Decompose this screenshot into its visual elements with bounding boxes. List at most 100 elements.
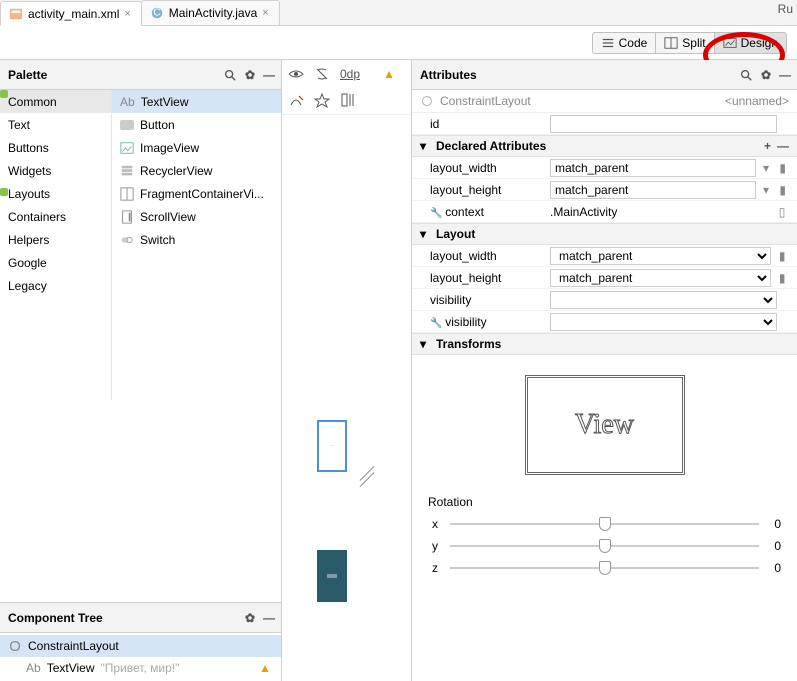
eye-icon[interactable] [288, 66, 304, 82]
image-icon [120, 141, 134, 155]
attr-layout-height: layout_height match_parent▮ [412, 267, 797, 289]
panel-min-icon[interactable]: — [779, 68, 791, 82]
button-icon [120, 120, 134, 130]
rotation-x-slider[interactable] [450, 523, 759, 525]
textview-icon: Ab [26, 661, 41, 675]
search-icon[interactable] [739, 68, 753, 82]
axis-label: z [428, 561, 442, 575]
tab-main-activity[interactable]: C MainActivity.java × [141, 0, 280, 25]
palette-cat-containers[interactable]: Containers [0, 205, 111, 228]
clear-constraints-icon[interactable] [288, 92, 304, 108]
palette-cat-common[interactable]: Common [0, 90, 111, 113]
mode-design-button[interactable]: Design [714, 32, 787, 54]
add-icon[interactable]: + [764, 139, 771, 153]
warning-icon[interactable]: ▲ [383, 67, 395, 81]
default-margin[interactable]: 0dp [340, 67, 360, 81]
resource-picker-icon[interactable]: ▮ [775, 249, 789, 263]
resource-picker-icon[interactable]: ▯ [775, 205, 789, 219]
resource-picker-icon[interactable]: ▮ [776, 183, 789, 197]
palette-item-recyclerview[interactable]: RecyclerView [112, 159, 281, 182]
design-preview[interactable]: ·· [317, 420, 347, 472]
layout-height-select[interactable]: match_parent [550, 269, 771, 287]
mode-code-button[interactable]: Code [592, 32, 656, 54]
resource-picker-icon[interactable]: ▮ [776, 161, 789, 175]
attributes-header: Attributes ✿ — [412, 60, 797, 90]
design-icon [723, 36, 737, 50]
section-transforms[interactable]: ▾ Transforms [412, 333, 797, 355]
switch-icon [120, 233, 134, 247]
layout-height-input[interactable] [550, 181, 756, 199]
mode-split-button[interactable]: Split [655, 32, 713, 54]
slider-value: 0 [767, 539, 781, 553]
palette-item-scrollview[interactable]: ScrollView [112, 205, 281, 228]
section-layout[interactable]: ▾ Layout [412, 223, 797, 245]
context-value[interactable]: .MainActivity [550, 205, 771, 219]
close-icon[interactable]: × [262, 7, 268, 19]
attr-label: layout_width [420, 161, 550, 175]
dropdown-icon[interactable]: ▾ [760, 183, 773, 197]
palette-cat-text[interactable]: Text [0, 113, 111, 136]
rotation-y-row: y 0 [420, 535, 789, 557]
slider-value: 0 [767, 561, 781, 575]
gutter-marker-2 [0, 188, 8, 196]
palette-item-imageview[interactable]: ImageView [112, 136, 281, 159]
palette-categories: Common Text Buttons Widgets Layouts Cont… [0, 90, 112, 400]
infer-constraints-icon[interactable] [314, 92, 330, 108]
palette-cat-google[interactable]: Google [0, 251, 111, 274]
axis-label: y [428, 539, 442, 553]
close-icon[interactable]: × [124, 8, 130, 20]
gear-icon[interactable]: ✿ [245, 611, 255, 625]
tree-label: ConstraintLayout [28, 639, 119, 653]
dropdown-icon[interactable]: ▾ [760, 161, 773, 175]
palette-items: AbTextView Button ImageView RecyclerView… [112, 90, 281, 400]
tab-label: MainActivity.java [169, 6, 257, 20]
axis-label: x [428, 517, 442, 531]
resource-picker-icon[interactable]: ▮ [775, 271, 789, 285]
attr-label: id [420, 117, 550, 131]
palette-body: Common Text Buttons Widgets Layouts Cont… [0, 90, 281, 400]
layout-width-select[interactable]: match_parent [550, 247, 771, 265]
panel-title: Palette [8, 68, 47, 82]
resize-handle-icon[interactable] [357, 473, 375, 491]
remove-icon[interactable]: — [777, 139, 789, 153]
palette-item-textview[interactable]: AbTextView [112, 90, 281, 113]
palette-item-button[interactable]: Button [112, 113, 281, 136]
attr-label: context [420, 205, 550, 219]
panel-min-icon[interactable]: — [263, 611, 275, 625]
fragment-icon [120, 187, 134, 201]
id-input[interactable] [550, 115, 777, 133]
palette-cat-helpers[interactable]: Helpers [0, 228, 111, 251]
constraint-icon [420, 94, 434, 108]
rotation-z-slider[interactable] [450, 567, 759, 569]
autoconnect-icon[interactable] [314, 66, 330, 82]
palette-cat-layouts[interactable]: Layouts [0, 182, 111, 205]
list-icon [120, 164, 134, 178]
search-icon[interactable] [223, 68, 237, 82]
tree-row-textview[interactable]: Ab TextView "Привет, мир!" ▲ [0, 657, 281, 679]
attr-id: id [412, 113, 797, 135]
palette-cat-buttons[interactable]: Buttons [0, 136, 111, 159]
blueprint-preview[interactable] [317, 550, 347, 602]
section-declared[interactable]: ▾ Declared Attributes +— [412, 135, 797, 157]
truncated-text: Ru [778, 2, 793, 16]
scroll-icon [120, 210, 134, 224]
guidelines-icon[interactable] [340, 92, 356, 108]
rotation-y-slider[interactable] [450, 545, 759, 547]
palette-cat-widgets[interactable]: Widgets [0, 159, 111, 182]
palette-cat-legacy[interactable]: Legacy [0, 274, 111, 297]
tools-visibility-select[interactable] [550, 313, 777, 331]
attr-label: visibility [420, 315, 550, 329]
rotation-label: Rotation [420, 495, 789, 513]
palette-item-switch[interactable]: Switch [112, 228, 281, 251]
palette-item-fragmentcontainer[interactable]: FragmentContainerVi... [112, 182, 281, 205]
tree-row-constraintlayout[interactable]: ConstraintLayout [0, 635, 281, 657]
palette-header: Palette ✿ — [0, 60, 281, 90]
warning-icon[interactable]: ▲ [259, 661, 271, 675]
tab-activity-main[interactable]: activity_main.xml × [0, 1, 142, 26]
split-icon [664, 36, 678, 50]
panel-min-icon[interactable]: — [263, 68, 275, 82]
visibility-select[interactable] [550, 291, 777, 309]
layout-width-input[interactable] [550, 159, 756, 177]
gear-icon[interactable]: ✿ [245, 68, 255, 82]
gear-icon[interactable]: ✿ [761, 68, 771, 82]
